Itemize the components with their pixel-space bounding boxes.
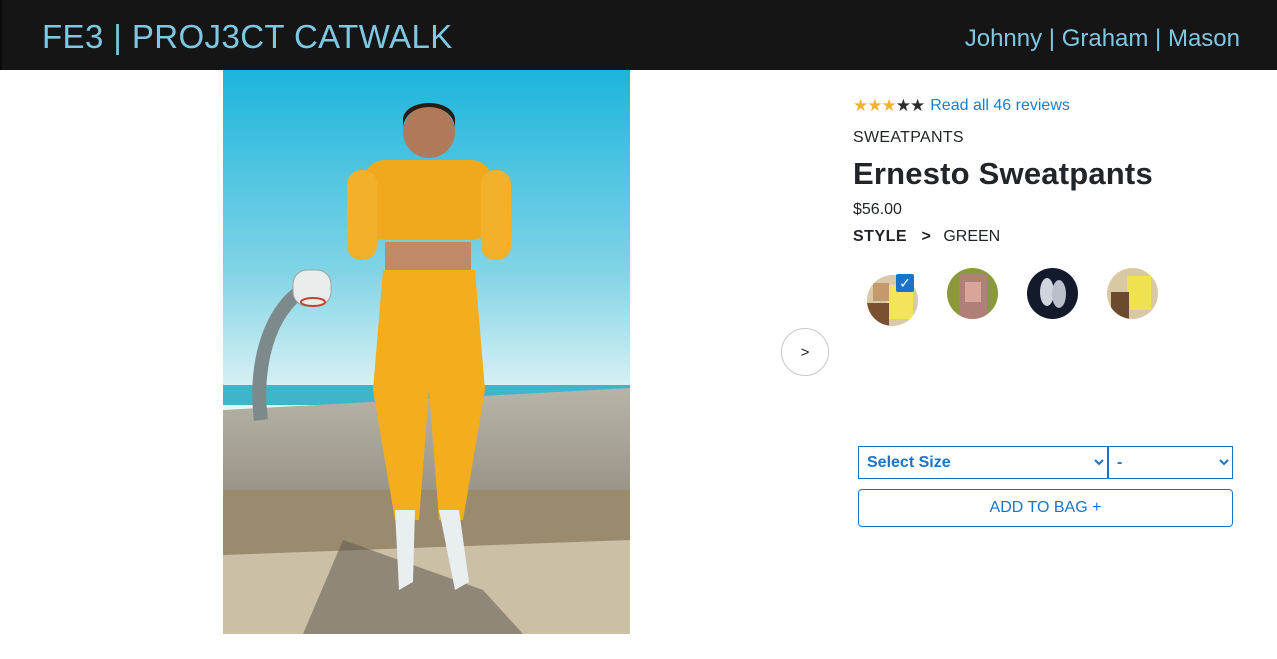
style-thumbnail[interactable] <box>1027 268 1078 319</box>
gallery-next-button[interactable]: > <box>781 328 829 376</box>
product-category: SWEATPANTS <box>853 129 964 146</box>
product-title: Ernesto Sweatpants <box>853 156 1153 191</box>
style-thumbnail-image <box>1107 268 1158 319</box>
site-header: FE3 | PROJ3CT CATWALK Johnny | Graham | … <box>0 0 1277 70</box>
read-reviews-link[interactable]: Read all 46 reviews <box>930 97 1070 115</box>
style-thumbnail-image <box>1027 268 1078 319</box>
style-thumbnail[interactable] <box>947 268 998 319</box>
quantity-select[interactable]: - <box>1108 446 1233 479</box>
star-full-icon: ★ <box>881 96 897 115</box>
product-photo <box>223 70 630 634</box>
star-empty-icon: ★ <box>895 96 911 115</box>
star-rating: ★★★★★ <box>853 96 925 116</box>
style-label: STYLE <box>853 228 908 245</box>
star-empty-icon: ★ <box>910 96 925 115</box>
product-info: ★★★★★ Read all 46 reviews SWEATPANTS Ern… <box>853 95 1243 246</box>
style-thumbnail[interactable] <box>1107 268 1158 319</box>
selected-style-name: GREEN <box>943 228 1001 245</box>
style-thumbnail-image <box>947 268 998 319</box>
star-full-icon: ★ <box>867 96 882 115</box>
main-product-image[interactable] <box>223 70 630 634</box>
selected-check-icon: ✓ <box>896 274 914 292</box>
style-row: STYLE > GREEN <box>853 228 1243 246</box>
product-price: $56.00 <box>853 201 902 218</box>
authors-credit: Johnny | Graham | Mason <box>964 25 1240 52</box>
rating-row: ★★★★★ Read all 46 reviews <box>853 95 1243 117</box>
add-to-bag-button[interactable]: ADD TO BAG + <box>858 489 1233 527</box>
style-separator: > <box>921 228 931 245</box>
size-select[interactable]: Select Size <box>858 446 1108 479</box>
star-full-icon: ★ <box>853 96 868 115</box>
site-brand-link[interactable]: FE3 | PROJ3CT CATWALK <box>42 18 453 56</box>
